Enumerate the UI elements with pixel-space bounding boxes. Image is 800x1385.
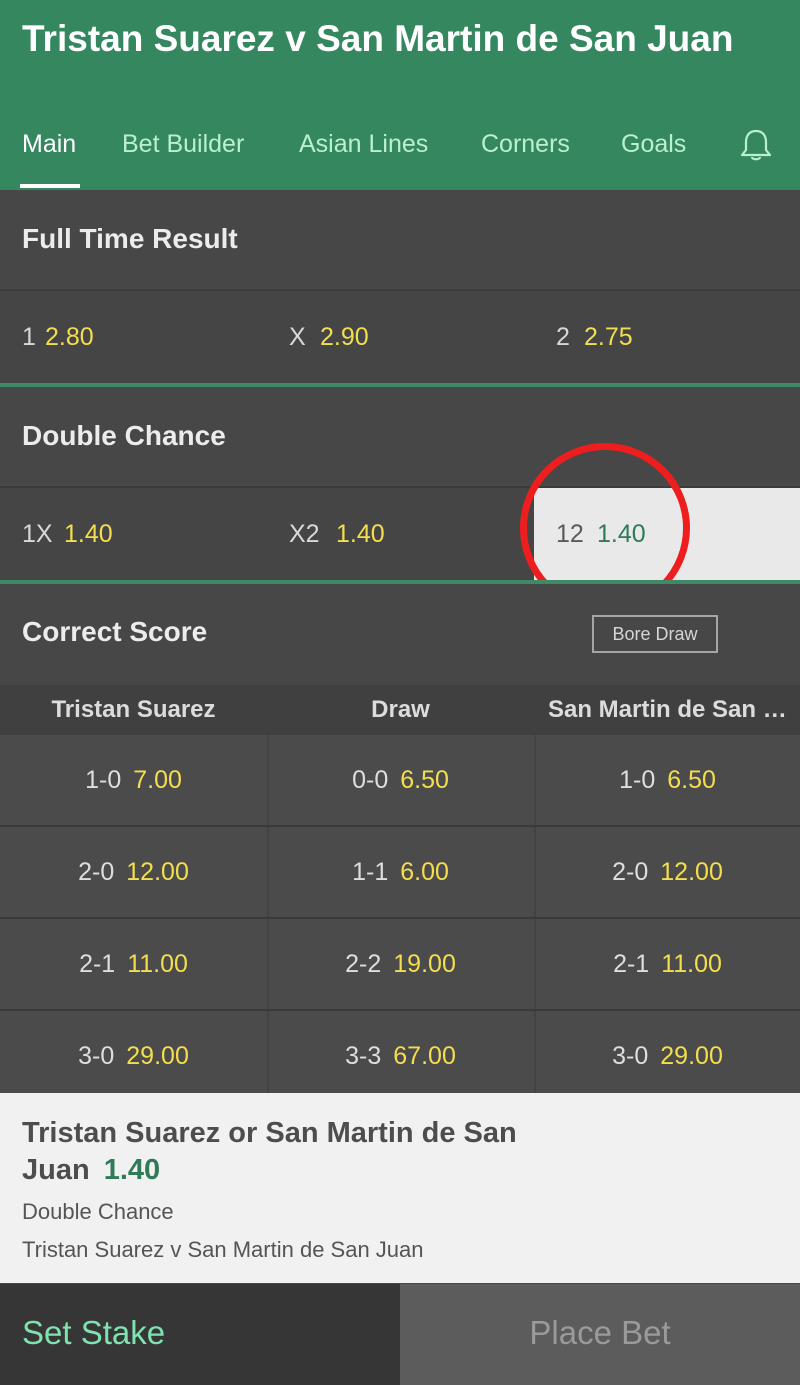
selection-odds: 1.40 <box>336 520 385 548</box>
score-label: 1-0 <box>619 766 656 794</box>
selection-home[interactable]: 1 2.80 <box>0 291 267 383</box>
score-odds: 11.00 <box>127 950 188 978</box>
score-option[interactable]: 2-1 11.00 <box>534 919 800 1009</box>
score-option[interactable]: 1-0 7.00 <box>0 735 267 825</box>
betslip-market: Double Chance <box>22 1199 174 1224</box>
score-odds: 6.00 <box>400 858 449 886</box>
tab-asian-lines[interactable]: Asian Lines <box>299 130 428 159</box>
selection-x2[interactable]: X2 1.40 <box>267 488 534 580</box>
score-label: 2-0 <box>78 858 115 886</box>
selection-away[interactable]: 2 2.75 <box>534 291 800 383</box>
selection-odds: 2.80 <box>45 323 94 351</box>
selection-label: X <box>289 323 306 351</box>
score-label: 3-0 <box>612 1042 649 1070</box>
score-odds: 67.00 <box>393 1042 456 1070</box>
score-odds: 12.00 <box>660 858 723 886</box>
place-bet-label: Place Bet <box>529 1314 671 1351</box>
score-label: 0-0 <box>352 766 389 794</box>
correct-score-columns: Tristan Suarez Draw San Martin de San Ju… <box>0 685 800 735</box>
selection-draw[interactable]: X 2.90 <box>267 291 534 383</box>
betslip-event: Tristan Suarez v San Martin de San Juan <box>22 1237 424 1262</box>
score-option[interactable]: 1-1 6.00 <box>267 827 534 917</box>
score-label: 3-3 <box>345 1042 382 1070</box>
full-time-result-row: 1 2.80 X 2.90 2 2.75 <box>0 291 800 383</box>
match-header: Tristan Suarez v San Martin de San Juan … <box>0 0 800 190</box>
betslip-selection: Tristan Suarez or San Martin de San Juan… <box>22 1115 602 1189</box>
score-option[interactable]: 0-0 6.50 <box>267 735 534 825</box>
tab-bet-builder[interactable]: Bet Builder <box>122 130 244 159</box>
score-odds: 29.00 <box>660 1042 723 1070</box>
active-tab-indicator <box>20 184 80 188</box>
score-label: 3-0 <box>78 1042 115 1070</box>
score-label: 1-0 <box>85 766 122 794</box>
score-label: 2-1 <box>79 950 116 978</box>
double-chance-header: Double Chance <box>0 387 800 485</box>
selection-label: 1X <box>22 520 53 548</box>
selection-odds: 2.75 <box>584 323 633 351</box>
bore-draw-button[interactable]: Bore Draw <box>592 615 718 653</box>
score-row: 1-0 7.00 0-0 6.50 1-0 6.50 <box>0 735 800 825</box>
section-title-full-time-result: Full Time Result <box>22 223 238 254</box>
score-row: 2-1 11.00 2-2 19.00 2-1 11.00 <box>0 919 800 1009</box>
score-odds: 6.50 <box>667 766 716 794</box>
score-label: 2-0 <box>612 858 649 886</box>
column-header-away: San Martin de San Juan <box>548 696 800 723</box>
selection-label: X2 <box>289 520 320 548</box>
score-option[interactable]: 2-0 12.00 <box>0 827 267 917</box>
betslip-price: 1.40 <box>103 1154 161 1186</box>
score-option[interactable]: 1-0 6.50 <box>534 735 800 825</box>
score-row: 2-0 12.00 1-1 6.00 2-0 12.00 <box>0 827 800 917</box>
section-title-double-chance: Double Chance <box>22 420 226 451</box>
score-odds: 29.00 <box>126 1042 189 1070</box>
selection-label: 1 <box>22 323 36 351</box>
score-option[interactable]: 3-3 67.00 <box>267 1011 534 1101</box>
selection-label: 2 <box>556 323 570 351</box>
full-time-result-header: Full Time Result <box>0 190 800 288</box>
set-stake-label: Set Stake <box>22 1314 166 1351</box>
score-label: 2-1 <box>613 950 650 978</box>
selection-odds: 1.40 <box>64 520 113 548</box>
tab-goals[interactable]: Goals <box>621 130 686 159</box>
tab-corners[interactable]: Corners <box>481 130 570 159</box>
score-option[interactable]: 2-1 11.00 <box>0 919 267 1009</box>
tab-main[interactable]: Main <box>22 130 76 159</box>
score-odds: 19.00 <box>393 950 456 978</box>
set-stake-button[interactable]: Set Stake <box>0 1284 400 1385</box>
place-bet-button[interactable]: Place Bet <box>400 1284 800 1385</box>
score-odds: 12.00 <box>126 858 189 886</box>
score-row: 3-0 29.00 3-3 67.00 3-0 29.00 <box>0 1011 800 1101</box>
betslip-selection-name: Tristan Suarez or San Martin de San Juan <box>22 1117 517 1186</box>
score-label: 2-2 <box>345 950 382 978</box>
score-odds: 6.50 <box>400 766 449 794</box>
score-odds: 11.00 <box>661 950 722 978</box>
score-option[interactable]: 3-0 29.00 <box>0 1011 267 1101</box>
score-odds: 7.00 <box>133 766 182 794</box>
match-title: Tristan Suarez v San Martin de San Juan <box>22 18 734 59</box>
selection-1x[interactable]: 1X 1.40 <box>0 488 267 580</box>
betslip-panel: Tristan Suarez or San Martin de San Juan… <box>0 1093 800 1283</box>
section-title-correct-score: Correct Score <box>22 616 208 647</box>
column-header-home: Tristan Suarez <box>51 696 216 723</box>
score-option[interactable]: 3-0 29.00 <box>534 1011 800 1101</box>
column-header-draw: Draw <box>371 696 430 723</box>
score-option[interactable]: 2-0 12.00 <box>534 827 800 917</box>
selection-odds: 2.90 <box>320 323 369 351</box>
bell-icon[interactable] <box>736 126 776 164</box>
score-label: 1-1 <box>352 858 389 886</box>
score-option[interactable]: 2-2 19.00 <box>267 919 534 1009</box>
